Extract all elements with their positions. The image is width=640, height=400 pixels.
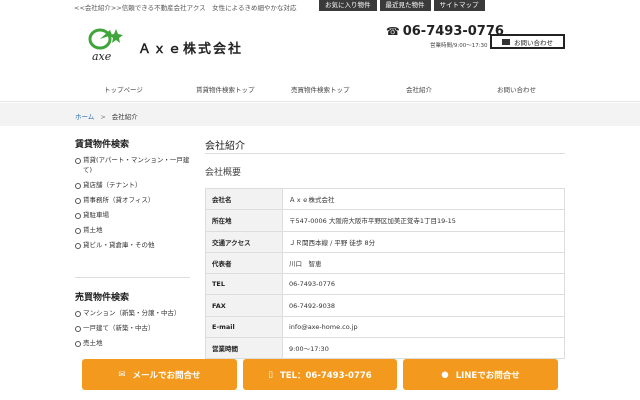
logo[interactable]: axe	[86, 27, 126, 63]
info-value: 川口 智恵	[282, 251, 565, 275]
info-label: E-mail	[205, 315, 283, 339]
logo-text: axe	[92, 50, 112, 63]
sidebar-item-rental-land[interactable]: 賃土地	[75, 225, 190, 235]
contact-button-label: お問い合わせ	[514, 38, 553, 47]
mobile-phone-icon: ▯	[268, 369, 273, 380]
info-label: 会社名	[205, 187, 283, 211]
page-title: 会社紹介	[205, 141, 245, 152]
phone-icon: ☎	[386, 25, 400, 38]
company-name[interactable]: Ａｘｅ株式会社	[138, 38, 243, 57]
sidebar-item-sale-mansion[interactable]: マンション（新築・分譲・中古）	[75, 308, 190, 318]
table-row: 交通アクセス ＪＲ関西本線 / 平野 徒歩 8分	[205, 230, 565, 253]
breadcrumb-bar: ホーム > 会社紹介	[0, 103, 640, 126]
recently-viewed-link[interactable]: 最近見た物件	[379, 0, 431, 11]
info-label: TEL	[205, 273, 283, 296]
nav-item-sale-search[interactable]: 売買物件検索トップ	[291, 84, 350, 94]
info-value: 〒547-0006 大阪府大阪市平野区加美正覚寺1丁目19-15	[282, 209, 565, 232]
sidebar-rental-list: 賃貸(アパート・マンション・一戸建て) 貸店舗（テナント） 賃事務所（貸オフィス…	[75, 155, 190, 255]
table-row: 所在地 〒547-0006 大阪府大阪市平野区加美正覚寺1丁目19-15	[205, 209, 565, 232]
chat-bubble-icon: ●	[441, 369, 449, 380]
envelope-icon	[502, 38, 510, 45]
contact-button[interactable]: お問い合わせ	[490, 34, 565, 49]
sidebar-item-sale-house[interactable]: 一戸建て（新築・中古）	[75, 323, 190, 333]
table-row: 会社名 Ａｘｅ株式会社	[205, 187, 565, 211]
header-tagline: <<会社紹介>>信頼できる不動産会社アクス 女性によるきめ細やかな対応	[74, 4, 297, 12]
sidebar-item-rental-shop[interactable]: 貸店舗（テナント）	[75, 180, 190, 190]
nav-item-contact[interactable]: お問い合わせ	[497, 84, 536, 94]
top-links: お気に入り物件 最近見た物件 サイトマップ	[319, 0, 485, 11]
sidebar-rental-heading: 賃貸物件検索	[75, 140, 130, 150]
business-hours: 営業時間/9:00〜17:30	[430, 43, 488, 49]
info-label: 所在地	[205, 209, 283, 232]
sidebar-divider	[75, 277, 190, 278]
global-nav: トップページ 賃貸物件検索トップ 売買物件検索トップ 会社紹介 お問い合わせ	[0, 74, 640, 102]
info-value: 06-7493-0776	[282, 273, 565, 296]
table-row: 代表者 川口 智恵	[205, 251, 565, 275]
info-label: FAX	[205, 294, 283, 317]
title-divider	[205, 153, 565, 154]
logo-icon: axe	[88, 28, 123, 63]
line-contact-label: LINEでお問合せ	[455, 370, 520, 381]
sidebar-item-rental-office[interactable]: 賃事務所（貸オフィス）	[75, 195, 190, 205]
mail-icon: ✉	[118, 369, 126, 380]
info-value: 06-7492-9038	[282, 294, 565, 317]
tel-contact-button[interactable]: ▯ TEL：06-7493-0776	[243, 359, 397, 390]
sidebar-item-rental-other[interactable]: 貸ビル・貸倉庫・その他	[75, 240, 190, 250]
sidebar-sale-list: マンション（新築・分譲・中古） 一戸建て（新築・中古） 売土地	[75, 308, 190, 353]
sidebar-item-rental-parking[interactable]: 貸駐車場	[75, 210, 190, 220]
sidebar-item-rental-residential[interactable]: 賃貸(アパート・マンション・一戸建て)	[75, 155, 190, 175]
info-value: Ａｘｅ株式会社	[282, 187, 565, 211]
mail-contact-button[interactable]: ✉ メールでお問合せ	[82, 359, 237, 390]
table-row: FAX 06-7492-9038	[205, 294, 565, 317]
nav-item-company[interactable]: 会社紹介	[406, 84, 432, 94]
sidebar-sale-heading: 売買物件検索	[75, 293, 130, 303]
info-value: ＪＲ関西本線 / 平野 徒歩 8分	[282, 230, 565, 253]
line-contact-button[interactable]: ● LINEでお問合せ	[403, 359, 558, 390]
table-row: 営業時間 9:00〜17:30	[205, 337, 565, 360]
phone-number: 06-7493-0776	[402, 24, 504, 39]
info-value: info@axe-home.co.jp	[282, 315, 565, 339]
info-value: 9:00〜17:30	[282, 337, 565, 360]
favorites-link[interactable]: お気に入り物件	[319, 0, 377, 11]
breadcrumb-current: 会社紹介	[111, 113, 138, 121]
info-label: 交通アクセス	[205, 230, 283, 253]
sidebar-item-sale-land[interactable]: 売土地	[75, 338, 190, 348]
breadcrumb: ホーム > 会社紹介	[75, 111, 138, 121]
table-row: E-mail info@axe-home.co.jp	[205, 315, 565, 339]
info-label: 代表者	[205, 251, 283, 275]
section-title: 会社概要	[205, 168, 242, 178]
nav-item-rental-search[interactable]: 賃貸物件検索トップ	[196, 84, 255, 94]
header-phone[interactable]: ☎ 06-7493-0776	[386, 24, 504, 39]
info-label: 営業時間	[205, 337, 283, 360]
mail-contact-label: メールでお問合せ	[132, 370, 201, 381]
breadcrumb-home[interactable]: ホーム	[75, 113, 94, 121]
company-info-table: 会社名 Ａｘｅ株式会社 所在地 〒547-0006 大阪府大阪市平野区加美正覚寺1丁目…	[205, 187, 565, 360]
tel-contact-label: TEL：06-7493-0776	[279, 370, 372, 381]
nav-item-top[interactable]: トップページ	[104, 84, 143, 94]
table-row: TEL 06-7493-0776	[205, 273, 565, 296]
breadcrumb-separator: >	[100, 113, 106, 121]
sitemap-link[interactable]: サイトマップ	[433, 0, 485, 11]
